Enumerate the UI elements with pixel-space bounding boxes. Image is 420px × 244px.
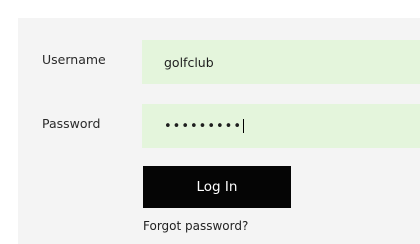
password-field[interactable]: ••••••••• (142, 104, 420, 148)
forgot-password-link[interactable]: Forgot password? (143, 219, 248, 233)
username-label: Username (42, 52, 106, 67)
password-label: Password (42, 116, 101, 131)
login-button[interactable]: Log In (143, 166, 291, 208)
username-field[interactable]: golfclub (142, 40, 420, 84)
password-value: ••••••••• (164, 118, 243, 134)
username-value: golfclub (164, 54, 214, 70)
text-caret (243, 119, 245, 133)
